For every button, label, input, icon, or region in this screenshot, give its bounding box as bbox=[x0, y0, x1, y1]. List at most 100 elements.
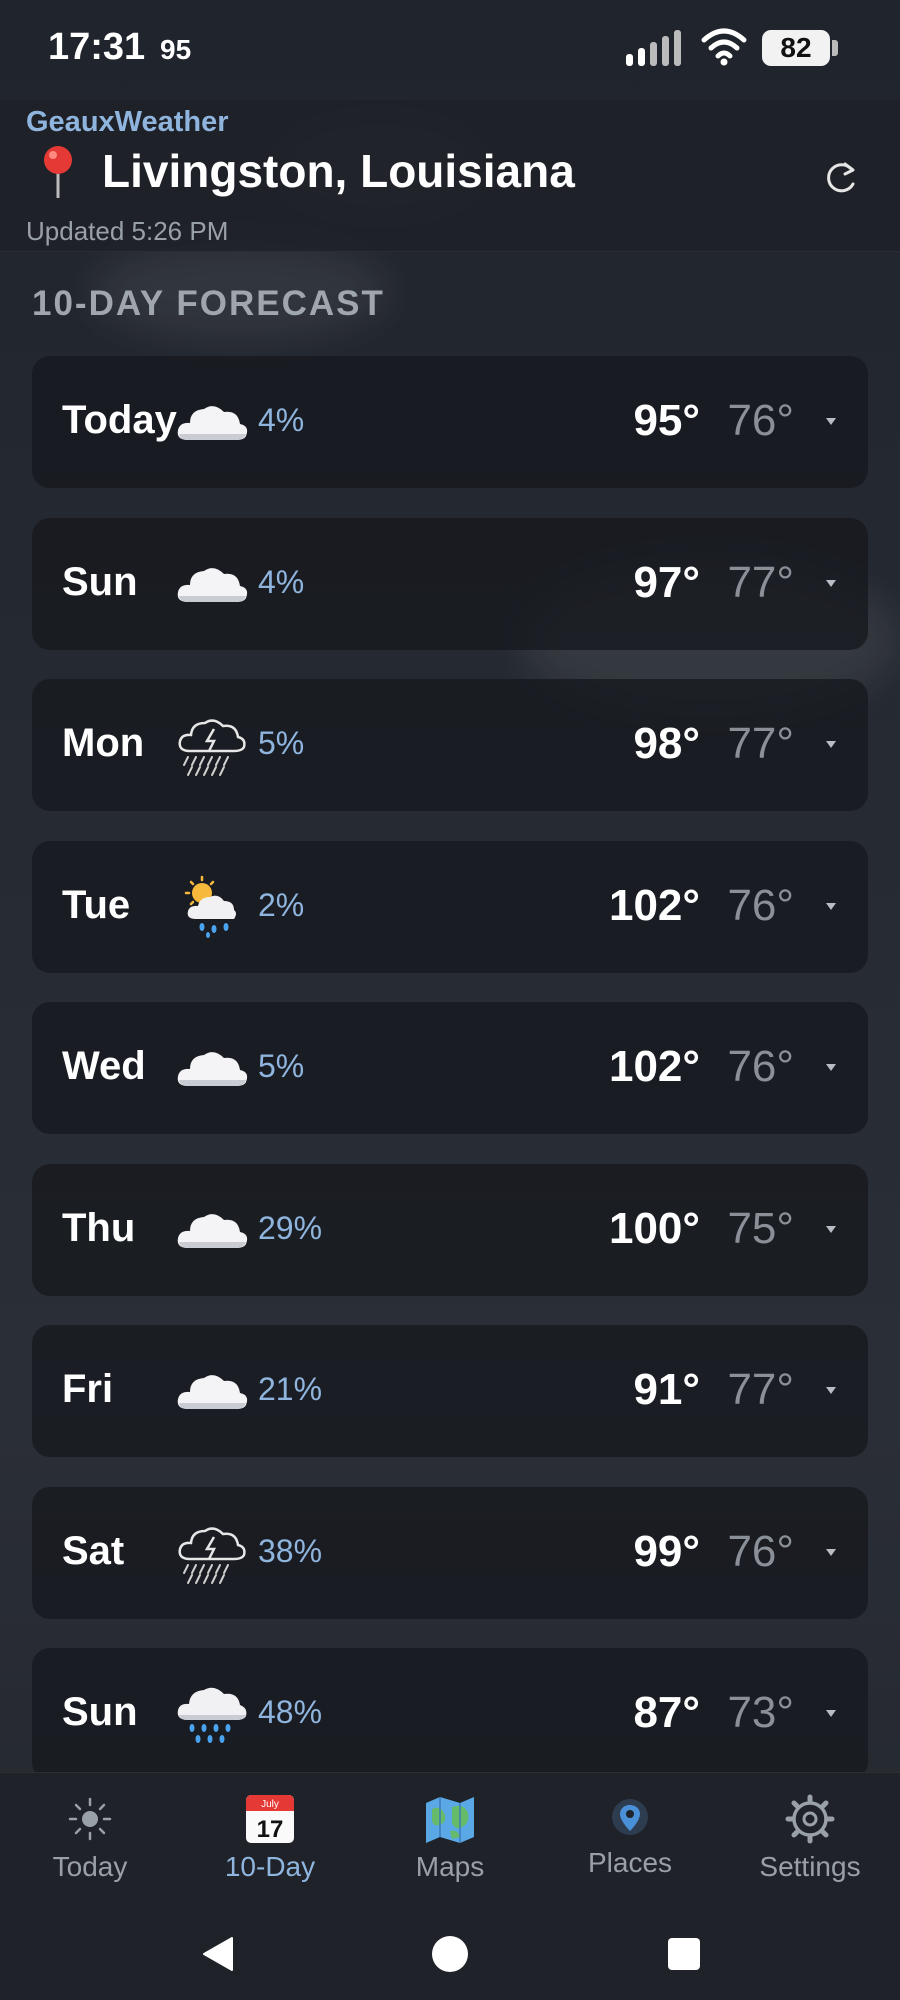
wifi-icon bbox=[701, 28, 747, 66]
cloud-icon bbox=[174, 1359, 250, 1423]
precip-chance: 48% bbox=[258, 1694, 323, 1730]
nav-places-label: Places bbox=[587, 1847, 673, 1878]
back-icon[interactable] bbox=[196, 1932, 240, 1976]
low-temp: 76° bbox=[727, 396, 794, 445]
calendar-day: 17 bbox=[257, 1816, 284, 1843]
forecast-day: Sat bbox=[62, 1528, 125, 1573]
chevron-down-icon[interactable] bbox=[824, 1545, 838, 1559]
forecast-day: Fri bbox=[62, 1367, 114, 1411]
high-temp: 87° bbox=[633, 1688, 700, 1737]
chevron-down-icon[interactable] bbox=[824, 1060, 838, 1074]
forecast-day: Sun bbox=[62, 559, 138, 604]
nav-ten-day-label: 10-Day bbox=[224, 1851, 316, 1882]
location-title[interactable]: Livingston, Louisiana bbox=[102, 144, 575, 198]
chevron-down-icon[interactable] bbox=[824, 899, 838, 913]
system-navigation-bar bbox=[0, 1904, 900, 2000]
nav-places[interactable]: Places bbox=[540, 1773, 720, 1905]
status-time: 17:31 bbox=[48, 26, 146, 68]
forecast-day: Tue bbox=[62, 882, 131, 927]
bottom-navigation: Today July 17 10-Day Maps Places Setting… bbox=[0, 1772, 900, 1904]
chevron-down-icon[interactable] bbox=[824, 414, 838, 428]
nav-today-label: Today bbox=[52, 1851, 128, 1882]
home-icon[interactable] bbox=[428, 1932, 472, 1976]
forecast-row[interactable]: Sun 4% 97° 77° bbox=[32, 517, 868, 650]
app-name: GeauxWeather bbox=[26, 106, 229, 138]
recents-icon[interactable] bbox=[662, 1932, 706, 1976]
updated-time: Updated 5:26 PM bbox=[26, 216, 229, 246]
forecast-row[interactable]: Today 4% 95° 76° bbox=[32, 356, 868, 488]
cloud-icon bbox=[174, 1198, 250, 1262]
forecast-day: Mon bbox=[62, 721, 145, 765]
low-temp: 77° bbox=[727, 719, 794, 768]
low-temp: 76° bbox=[727, 1042, 794, 1091]
low-temp: 76° bbox=[727, 880, 794, 930]
map-icon bbox=[426, 1797, 474, 1843]
section-title: 10-DAY FORECAST bbox=[32, 284, 385, 323]
high-temp: 98° bbox=[633, 719, 700, 768]
battery-level: 82 bbox=[762, 30, 830, 66]
nav-maps[interactable]: Maps bbox=[360, 1773, 540, 1905]
forecast-day: Today bbox=[62, 398, 177, 442]
signal-icon bbox=[626, 30, 681, 66]
nav-settings[interactable]: Settings bbox=[720, 1773, 900, 1905]
location-marker-icon bbox=[612, 1799, 648, 1835]
precip-chance: 5% bbox=[258, 725, 305, 761]
chevron-down-icon[interactable] bbox=[824, 1706, 838, 1720]
forecast-row[interactable]: Thu 29% 100° 75° bbox=[32, 1163, 868, 1296]
forecast-day: Wed bbox=[62, 1044, 146, 1088]
status-temperature: 95 bbox=[160, 34, 192, 65]
nav-settings-label: Settings bbox=[759, 1851, 861, 1882]
nav-today[interactable]: Today bbox=[0, 1773, 180, 1905]
high-temp: 102° bbox=[608, 880, 700, 930]
forecast-day: Sun bbox=[62, 1690, 138, 1734]
forecast-row[interactable]: Fri 21% 91° 77° bbox=[32, 1325, 868, 1457]
high-temp: 91° bbox=[633, 1365, 700, 1414]
precip-chance: 2% bbox=[258, 886, 305, 923]
high-temp: 102° bbox=[608, 1042, 700, 1091]
chevron-down-icon[interactable] bbox=[824, 1222, 838, 1236]
cloud-icon bbox=[174, 1036, 250, 1100]
precip-chance: 29% bbox=[258, 1209, 323, 1246]
thunderstorm-icon bbox=[174, 1521, 250, 1585]
high-temp: 97° bbox=[633, 557, 700, 607]
sun-rain-icon bbox=[174, 875, 250, 939]
precip-chance: 4% bbox=[258, 402, 305, 438]
low-temp: 75° bbox=[727, 1203, 794, 1253]
precip-chance: 38% bbox=[258, 1532, 323, 1569]
location-pin-icon bbox=[44, 146, 72, 198]
forecast-row[interactable]: Wed 5% 102° 76° bbox=[32, 1002, 868, 1134]
sun-icon bbox=[68, 1797, 112, 1841]
gear-icon bbox=[785, 1794, 835, 1844]
battery-indicator: 82 bbox=[762, 30, 838, 66]
high-temp: 95° bbox=[633, 396, 700, 445]
forecast-row[interactable]: Mon 5% 98° 77° bbox=[32, 679, 868, 811]
nav-ten-day[interactable]: July 17 10-Day bbox=[180, 1773, 360, 1905]
high-temp: 99° bbox=[633, 1526, 700, 1576]
low-temp: 77° bbox=[727, 1365, 794, 1414]
status-bar: 17:31 95 82 bbox=[0, 0, 900, 100]
low-temp: 77° bbox=[727, 557, 794, 607]
precip-chance: 5% bbox=[258, 1048, 305, 1084]
battery-tip bbox=[832, 40, 838, 56]
chevron-down-icon[interactable] bbox=[824, 1383, 838, 1397]
low-temp: 73° bbox=[727, 1688, 794, 1737]
nav-maps-label: Maps bbox=[415, 1851, 485, 1882]
calendar-month: July bbox=[261, 1799, 279, 1810]
precip-chance: 4% bbox=[258, 563, 305, 600]
forecast-row[interactable]: Sat 38% 99° 76° bbox=[32, 1486, 868, 1619]
cloud-icon bbox=[174, 552, 250, 616]
refresh-icon[interactable] bbox=[818, 156, 862, 200]
low-temp: 76° bbox=[727, 1526, 794, 1576]
chevron-down-icon[interactable] bbox=[824, 737, 838, 751]
forecast-row[interactable]: Tue 2% 102° 76° bbox=[32, 840, 868, 973]
rain-cloud-icon bbox=[174, 1682, 250, 1746]
app-header: GeauxWeather Livingston, Louisiana Updat… bbox=[0, 100, 900, 252]
precip-chance: 21% bbox=[258, 1371, 323, 1407]
thunderstorm-icon bbox=[174, 713, 250, 777]
forecast-day: Thu bbox=[62, 1205, 136, 1250]
calendar-icon: July 17 bbox=[246, 1795, 294, 1843]
high-temp: 100° bbox=[608, 1203, 700, 1253]
forecast-row[interactable]: Sun 48% 87° 73° bbox=[32, 1648, 868, 1780]
cloud-icon bbox=[174, 390, 250, 454]
chevron-down-icon[interactable] bbox=[824, 576, 838, 590]
